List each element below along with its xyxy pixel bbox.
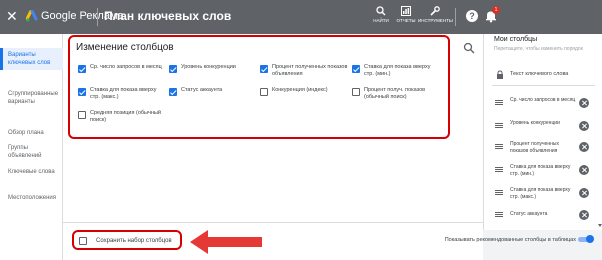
sidebar-item-ad-groups[interactable]: Группы объявлений xyxy=(0,144,63,160)
remove-icon[interactable] xyxy=(579,142,589,152)
recommended-columns-toggle[interactable] xyxy=(578,235,594,243)
toggle-knob xyxy=(586,235,594,243)
lock-icon xyxy=(497,70,503,79)
selected-column-item[interactable]: Уровень конкуренции xyxy=(484,116,602,136)
selected-column-label: Статус аккаунта xyxy=(510,211,548,217)
google-ads-logo xyxy=(26,10,38,22)
sidebar-item-plan-overview[interactable]: Обзор плана xyxy=(0,129,63,137)
selected-column-label: Процент полученных показов объявления xyxy=(510,141,559,154)
reports-label: Отчеты xyxy=(396,18,416,23)
svg-text:?: ? xyxy=(469,11,475,21)
search-icon[interactable] xyxy=(463,42,475,54)
wrench-icon xyxy=(430,6,440,16)
drag-handle-icon[interactable] xyxy=(495,190,503,195)
tools-label: Инструменты xyxy=(418,18,453,23)
fixed-column-label: Текст ключевого слова xyxy=(510,71,569,77)
selected-column-item[interactable]: Ставка для показа вверху стр. (макс.) xyxy=(484,183,602,203)
search-tool-label: Найти xyxy=(373,18,389,23)
remove-icon[interactable] xyxy=(579,165,589,175)
selected-column-item[interactable]: Статус аккаунта xyxy=(484,205,602,225)
recommended-columns-label: Показывать рекомендованные столбцы в таб… xyxy=(444,237,576,243)
tools-divider xyxy=(455,8,456,26)
selected-column-label: Ставка для показа вверху стр. (макс.) xyxy=(510,187,571,200)
remove-icon[interactable] xyxy=(579,98,589,108)
columns-highlight-box xyxy=(68,35,450,139)
footer-divider xyxy=(63,222,483,223)
sidebar-item-grouped-ideas[interactable]: Сгруппированные варианты xyxy=(0,90,63,106)
drag-handle-icon[interactable] xyxy=(495,212,503,217)
drag-handle-icon[interactable] xyxy=(495,167,503,172)
notification-badge: 1 xyxy=(492,6,500,14)
my-columns-hint: Перетащите, чтобы изменить порядок xyxy=(494,46,583,52)
remove-icon[interactable] xyxy=(579,121,589,131)
close-icon[interactable]: ✕ xyxy=(6,8,18,24)
search-icon xyxy=(376,6,386,16)
sidebar-item-keyword-ideas[interactable]: Варианты ключевых слов xyxy=(0,48,63,70)
drag-handle-icon[interactable] xyxy=(495,144,503,149)
sidebar: Варианты ключевых слов Сгруппированные в… xyxy=(0,34,63,260)
drag-handle-icon[interactable] xyxy=(495,100,503,105)
selected-column-item[interactable]: Ср. число запросов в месяц xyxy=(484,93,602,113)
header-divider xyxy=(97,8,98,26)
page-title: План ключевых слов xyxy=(104,9,232,23)
sidebar-item-locations[interactable]: Местоположения xyxy=(0,194,63,202)
scroll-down-icon[interactable] xyxy=(598,224,602,228)
drag-handle-icon[interactable] xyxy=(495,123,503,128)
sidebar-item-keywords[interactable]: Ключевые слова xyxy=(0,168,63,176)
my-columns-divider xyxy=(492,85,595,86)
top-app-bar: ✕ Google Реклама План ключевых слов Найт… xyxy=(0,0,602,34)
remove-icon[interactable] xyxy=(579,188,589,198)
selected-column-label: Ср. число запросов в месяц xyxy=(510,97,576,103)
chart-icon xyxy=(401,6,411,16)
help-icon[interactable]: ? xyxy=(465,9,479,23)
pointer-arrow xyxy=(190,230,262,254)
save-set-highlight-box xyxy=(72,230,182,250)
tools-button[interactable]: Инструменты xyxy=(418,6,453,23)
my-columns-panel: Мои столбцы Перетащите, чтобы изменить п… xyxy=(483,34,602,230)
selected-column-label: Уровень конкуренции xyxy=(510,120,560,126)
selected-column-item[interactable]: Процент полученных показов объявления xyxy=(484,137,602,157)
remove-icon[interactable] xyxy=(579,210,589,220)
selected-column-item[interactable]: Ставка для показа вверху стр. (мин.) xyxy=(484,160,602,180)
my-columns-title: Мои столбцы xyxy=(494,36,538,43)
selected-column-label: Ставка для показа вверху стр. (мин.) xyxy=(510,164,571,177)
